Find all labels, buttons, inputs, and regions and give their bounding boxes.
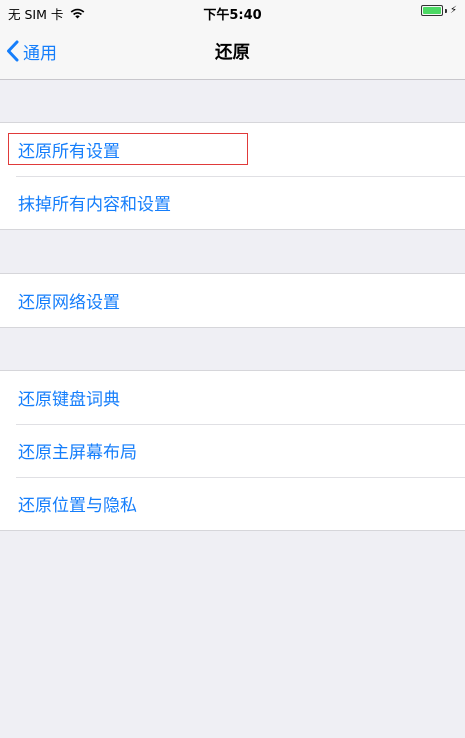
battery-icon — [420, 5, 443, 16]
battery-tip — [444, 8, 447, 13]
reset-keyboard-dictionary-cell[interactable]: 还原键盘词典 — [0, 371, 465, 424]
reset-location-privacy-cell[interactable]: 还原位置与隐私 — [0, 477, 465, 530]
reset-group-1: 还原所有设置 抹掉所有内容和设置 — [0, 122, 465, 230]
reset-home-screen-layout-cell[interactable]: 还原主屏幕布局 — [0, 424, 465, 477]
status-time: 下午5:40 — [203, 8, 262, 23]
page-title: 还原 — [215, 43, 250, 63]
reset-network-settings-cell[interactable]: 还原网络设置 — [0, 274, 465, 327]
status-right: ⚡ — [420, 4, 457, 16]
reset-screen: 无 SIM 卡 下午5:40 ⚡ 通用 还原 还原所有设置 抹掉所有内容和设置 … — [0, 0, 465, 738]
reset-all-settings-cell[interactable]: 还原所有设置 — [0, 123, 465, 176]
status-bar: 无 SIM 卡 下午5:40 ⚡ — [0, 0, 465, 24]
cell-label: 还原主屏幕布局 — [18, 443, 137, 463]
reset-group-3: 还原键盘词典 还原主屏幕布局 还原位置与隐私 — [0, 370, 465, 531]
cell-label: 还原键盘词典 — [18, 390, 120, 410]
cell-label: 还原位置与隐私 — [18, 496, 137, 516]
charging-bolt-icon: ⚡ — [449, 4, 457, 16]
cell-label: 还原网络设置 — [18, 293, 120, 313]
erase-all-content-cell[interactable]: 抹掉所有内容和设置 — [0, 176, 465, 229]
navigation-bar: 通用 还原 — [0, 24, 465, 80]
battery-fill — [422, 7, 441, 14]
reset-group-2: 还原网络设置 — [0, 273, 465, 328]
highlight-box — [8, 133, 248, 165]
cell-label: 抹掉所有内容和设置 — [18, 195, 171, 215]
